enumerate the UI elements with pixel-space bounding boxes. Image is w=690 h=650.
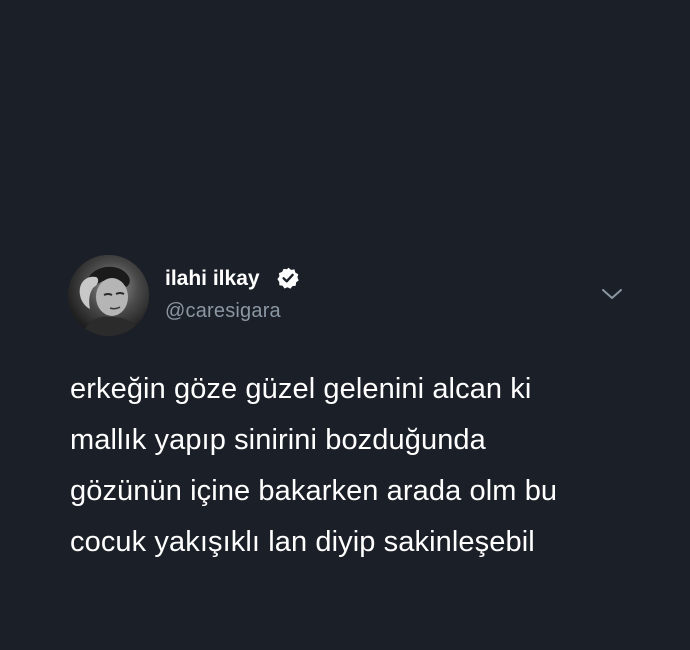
chevron-down-icon[interactable] bbox=[601, 287, 623, 301]
tweet-text-line: erkeğin göze güzel gelenini alcan ki bbox=[70, 373, 532, 405]
verified-badge-icon bbox=[277, 267, 299, 289]
tweet-card: ilahi ilkay @caresigara erkeğin göze güz… bbox=[0, 0, 690, 650]
avatar[interactable] bbox=[68, 255, 149, 336]
display-name[interactable]: ilahi ilkay bbox=[165, 266, 260, 292]
profile-photo bbox=[68, 255, 149, 336]
tweet-text: erkeğin göze güzel gelenini alcan ki mal… bbox=[70, 364, 670, 568]
tweet-text-line: cocuk yakışıklı lan diyip sakinleşebil bbox=[70, 526, 535, 558]
tweet-text-line: mallık yapıp sinirini bozduğunda bbox=[70, 424, 486, 456]
tweet-text-line: gözünün içine bakarken arada olm bu bbox=[70, 475, 558, 507]
user-handle[interactable]: @caresigara bbox=[165, 298, 281, 324]
